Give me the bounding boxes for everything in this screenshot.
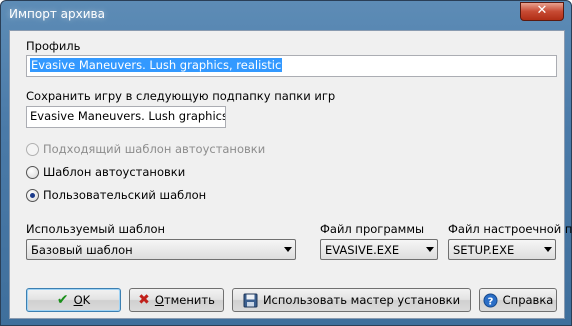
setup-file-select[interactable]: SETUP.EXE — [448, 239, 556, 260]
template-value: Базовый шаблон — [31, 243, 133, 257]
ok-button[interactable]: ✔ OK — [26, 288, 121, 312]
x-icon: ✖ — [138, 292, 150, 308]
help-label: Справка — [502, 293, 554, 307]
install-wizard-button[interactable]: Использовать мастер установки — [232, 288, 471, 312]
setup-file-value: SETUP.EXE — [453, 243, 515, 257]
close-button[interactable]: ✕ — [520, 2, 564, 21]
template-select[interactable]: Базовый шаблон — [26, 239, 296, 260]
floppy-disk-icon — [243, 293, 258, 307]
radio-autoinstall-template[interactable]: Шаблон автоустановки — [26, 165, 185, 179]
radio-button[interactable] — [26, 188, 39, 202]
install-wizard-label: Использовать мастер установки — [262, 293, 461, 307]
ok-label: OK — [73, 293, 91, 307]
close-icon: ✕ — [536, 3, 548, 18]
check-icon: ✔ — [56, 292, 69, 308]
chevron-down-icon — [544, 247, 552, 252]
question-icon: ? — [483, 293, 498, 307]
import-archive-dialog: Импорт архива ✕ Профиль Evasive Maneuver… — [0, 0, 572, 326]
subfolder-label: Сохранить игру в следующую подпапку папк… — [26, 89, 336, 103]
radio-label: Шаблон автоустановки — [43, 165, 186, 179]
radio-button — [26, 142, 39, 156]
chevron-down-icon — [284, 247, 292, 252]
template-label: Используемый шаблон — [26, 222, 166, 236]
program-file-label: Файл программы — [320, 222, 425, 236]
svg-text:?: ? — [487, 296, 493, 307]
setup-file-label: Файл настроечной пр — [448, 222, 572, 236]
chevron-down-icon — [426, 247, 434, 252]
dialog-body: Профиль Evasive Maneuvers. Lush graphics… — [9, 30, 572, 319]
program-file-value: EVASIVE.EXE — [325, 243, 400, 257]
program-file-select[interactable]: EVASIVE.EXE — [320, 239, 438, 260]
profile-input[interactable]: Evasive Maneuvers. Lush graphics, realis… — [26, 55, 557, 77]
radio-label: Подходящий шаблон автоустановки — [43, 142, 266, 156]
profile-label: Профиль — [26, 39, 81, 53]
title-bar[interactable]: Импорт архива ✕ — [1, 1, 571, 29]
subfolder-input[interactable]: Evasive Maneuvers. Lush graphics, r — [26, 106, 226, 128]
cancel-button[interactable]: ✖ Отменить — [129, 288, 224, 312]
radio-label: Пользовательский шаблон — [43, 188, 207, 202]
radio-matching-template: Подходящий шаблон автоустановки — [26, 142, 265, 156]
subfolder-value: Evasive Maneuvers. Lush graphics, r — [30, 109, 226, 123]
help-button[interactable]: ? Справка — [479, 288, 557, 312]
radio-custom-template[interactable]: Пользовательский шаблон — [26, 188, 206, 202]
cancel-label: Отменить — [154, 293, 215, 307]
window-title: Импорт архива — [9, 7, 105, 21]
radio-button[interactable] — [26, 165, 39, 179]
profile-value: Evasive Maneuvers. Lush graphics, realis… — [30, 58, 283, 72]
